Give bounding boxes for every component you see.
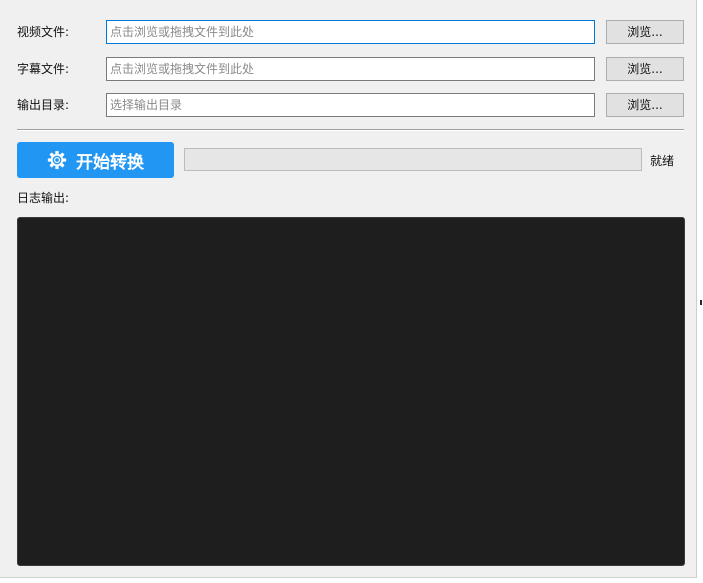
conversion-progress-bar — [184, 148, 642, 171]
output-dir-input[interactable] — [106, 93, 595, 117]
background-edge-mark — [700, 300, 702, 305]
start-convert-button[interactable]: 开始转换 — [17, 142, 174, 178]
video-file-input[interactable] — [106, 20, 595, 44]
subtitle-file-input[interactable] — [106, 57, 595, 81]
start-convert-label: 开始转换 — [76, 152, 144, 173]
subtitle-browse-button[interactable]: 浏览... — [606, 57, 684, 81]
subtitle-file-row: 字幕文件: 浏览... — [0, 57, 697, 81]
log-output-area[interactable] — [17, 217, 685, 566]
video-browse-button[interactable]: 浏览... — [606, 20, 684, 44]
status-text: 就绪 — [650, 154, 675, 168]
main-window: 视频文件: 浏览... 字幕文件: 浏览... 输出目录: 浏览... — [0, 0, 697, 578]
output-dir-label: 输出目录: — [17, 98, 70, 112]
log-output-label: 日志输出: — [17, 191, 70, 205]
video-file-row: 视频文件: 浏览... — [0, 20, 697, 44]
subtitle-file-label: 字幕文件: — [17, 62, 70, 76]
output-dir-row: 输出目录: 浏览... — [0, 93, 697, 117]
output-browse-button[interactable]: 浏览... — [606, 93, 684, 117]
section-divider — [17, 129, 684, 131]
video-file-label: 视频文件: — [17, 25, 70, 39]
gear-icon — [47, 150, 67, 170]
